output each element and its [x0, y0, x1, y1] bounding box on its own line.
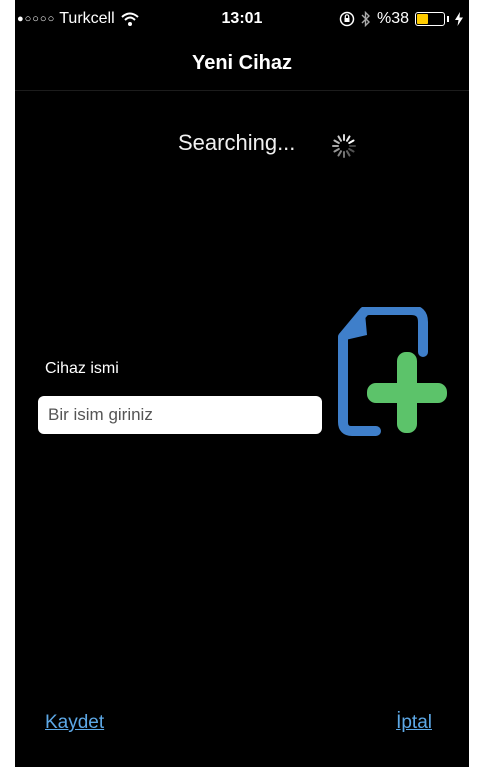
spinner-spoke	[333, 139, 340, 144]
battery-icon	[415, 12, 445, 26]
spinner-spoke	[337, 135, 342, 142]
spinner-spoke	[348, 139, 355, 144]
page-title: Yeni Cihaz	[191, 52, 293, 74]
spinner-spoke	[333, 148, 340, 153]
spinner-spoke	[348, 148, 355, 153]
navigation-bar: Yeni Cihaz	[15, 40, 469, 91]
battery-level-fill	[417, 14, 428, 24]
spinner-spoke	[337, 150, 342, 157]
app-screen: ●○○○○ Turkcell 13:01 %38 Yeni Cihaz Sear…	[15, 0, 469, 767]
rotation-lock-icon	[339, 11, 355, 27]
charging-bolt-icon	[455, 12, 463, 26]
cancel-button[interactable]: İptal	[396, 712, 432, 734]
status-right: %38	[339, 10, 463, 28]
add-file-icon[interactable]	[331, 307, 451, 437]
status-bar: ●○○○○ Turkcell 13:01 %38	[15, 6, 469, 32]
battery-percent: %38	[376, 10, 409, 27]
spinner-spoke	[346, 150, 351, 157]
searching-status: Searching...	[178, 130, 296, 155]
device-name-input[interactable]	[38, 396, 322, 434]
loading-spinner-icon	[332, 134, 356, 158]
bluetooth-icon	[361, 11, 370, 27]
spinner-spoke	[346, 135, 351, 142]
battery-cap	[447, 16, 449, 22]
device-name-label: Cihaz ismi	[45, 360, 119, 377]
save-button[interactable]: Kaydet	[45, 712, 104, 734]
